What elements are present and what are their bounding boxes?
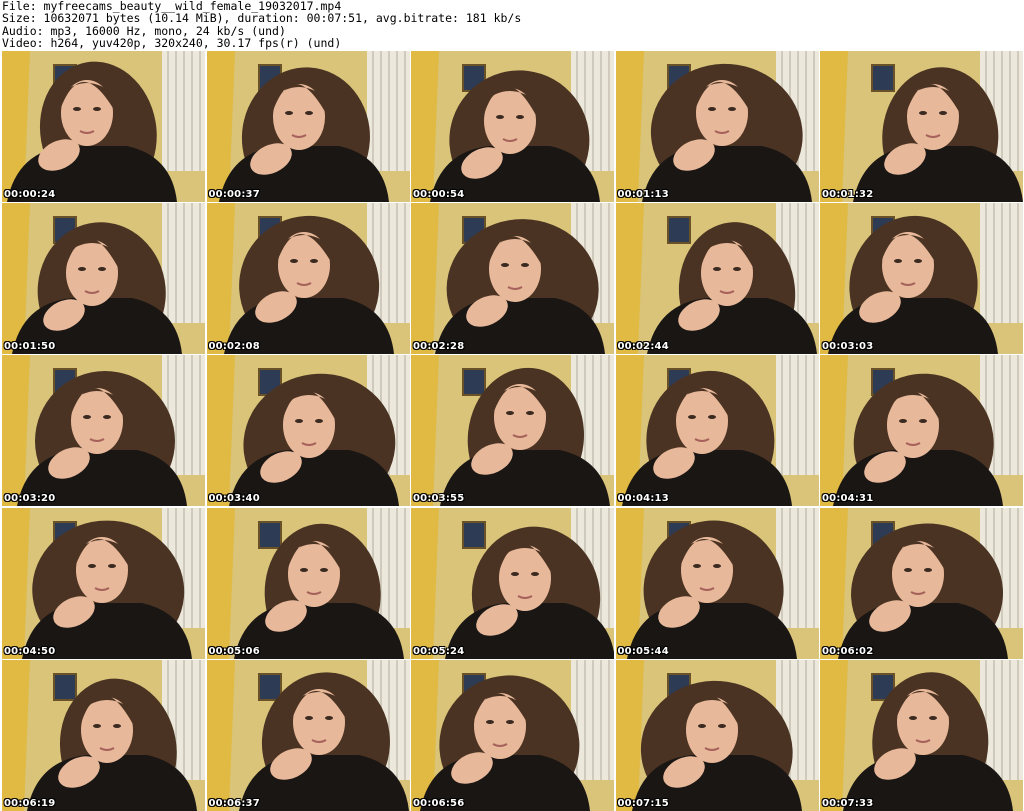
- video-thumbnail: 00:00:24: [2, 51, 205, 202]
- thumbnail-timestamp: 00:00:54: [413, 189, 465, 200]
- video-thumbnail: 00:06:37: [206, 659, 410, 811]
- video-frame-image: [2, 51, 205, 202]
- video-thumbnail: 00:01:13: [615, 51, 819, 202]
- video-thumbnail: 00:05:44: [615, 507, 819, 659]
- video-thumbnail: 00:06:19: [2, 659, 205, 811]
- video-frame-image: [820, 51, 1023, 202]
- thumbnail-timestamp: 00:05:06: [208, 645, 260, 657]
- thumbnail-timestamp: 00:02:44: [617, 341, 669, 353]
- video-thumbnail: 00:06:02: [820, 507, 1023, 659]
- video-frame-image: [411, 355, 614, 507]
- video-thumbnail: 00:03:20: [2, 355, 205, 507]
- thumbnail-grid: 00:00:24 00:00:37 00:00:54 00:01:13 00:01:32…: [2, 51, 1023, 811]
- video-frame-image: [411, 659, 614, 811]
- video-frame-image: [411, 203, 614, 355]
- video-frame-image: [2, 355, 205, 507]
- video-frame-image: [206, 51, 410, 202]
- thumbnail-timestamp: 00:03:03: [822, 341, 874, 353]
- thumbnail-timestamp: 00:05:44: [617, 645, 669, 657]
- thumbnail-timestamp: 00:03:55: [413, 493, 465, 505]
- video-thumbnail: 00:03:03: [820, 203, 1023, 355]
- video-thumbnail: 00:07:33: [820, 659, 1023, 811]
- video-thumbnail: 00:02:28: [411, 203, 614, 355]
- thumbnail-timestamp: 00:03:40: [208, 493, 260, 505]
- video-thumbnail: 00:03:40: [206, 355, 410, 507]
- video-frame-image: [411, 507, 614, 659]
- thumbnail-timestamp: 00:07:33: [822, 797, 874, 809]
- video-frame-image: [615, 507, 819, 659]
- video-frame-image: [206, 659, 410, 811]
- thumbnail-timestamp: 00:01:50: [4, 341, 56, 353]
- video-frame-image: [206, 507, 410, 659]
- video-thumbnail: 00:05:06: [206, 507, 410, 659]
- video-frame-image: [820, 507, 1023, 659]
- video-frame-image: [206, 355, 410, 507]
- thumbnail-timestamp: 00:04:13: [617, 493, 669, 505]
- video-frame-image: [206, 203, 410, 355]
- video-thumbnail: 00:02:08: [206, 203, 410, 355]
- thumbnail-timestamp: 00:04:31: [822, 493, 874, 505]
- video-thumbnail: 00:04:31: [820, 355, 1023, 507]
- thumbnail-timestamp: 00:01:13: [617, 189, 669, 200]
- thumbnail-timestamp: 00:06:56: [413, 797, 465, 809]
- video-frame-image: [615, 203, 819, 355]
- video-thumbnail: 00:04:50: [2, 507, 205, 659]
- video-thumbnail: 00:06:56: [411, 659, 614, 811]
- thumbnail-timestamp: 00:05:24: [413, 645, 465, 657]
- thumbnail-timestamp: 00:01:32: [822, 189, 874, 200]
- thumbnail-timestamp: 00:06:02: [822, 645, 874, 657]
- thumbnail-timestamp: 00:00:37: [208, 189, 260, 200]
- video-frame-image: [2, 203, 205, 355]
- video-frame-image: [2, 659, 205, 811]
- video-thumbnail: 00:03:55: [411, 355, 614, 507]
- video-thumbnail: 00:07:15: [615, 659, 819, 811]
- video-thumbnail: 00:02:44: [615, 203, 819, 355]
- video-thumbnail: 00:01:50: [2, 203, 205, 355]
- file-info-header: File: myfreecams_beauty__wild_female_190…: [2, 0, 1022, 50]
- thumbnail-timestamp: 00:03:20: [4, 493, 56, 505]
- thumbnail-timestamp: 00:02:08: [208, 341, 260, 353]
- video-frame-image: [2, 507, 205, 659]
- video-thumbnail: 00:05:24: [411, 507, 614, 659]
- thumbnail-timestamp: 00:04:50: [4, 645, 56, 657]
- video-thumbnail: 00:01:32: [820, 51, 1023, 202]
- video-frame-image: [820, 203, 1023, 355]
- file-size-line: Size: 10632071 bytes (10.14 MiB), durati…: [2, 11, 522, 26]
- video-thumbnail: 00:00:54: [411, 51, 614, 202]
- video-frame-image: [615, 659, 819, 811]
- video-thumbnail: 00:00:37: [206, 51, 410, 202]
- thumbnail-timestamp: 00:02:28: [413, 341, 465, 353]
- video-frame-image: [615, 355, 819, 507]
- video-frame-image: [820, 355, 1023, 507]
- thumbnail-timestamp: 00:00:24: [4, 189, 56, 200]
- video-frame-image: [615, 51, 819, 202]
- video-frame-image: [411, 51, 614, 202]
- video-frame-image: [820, 659, 1023, 811]
- thumbnail-timestamp: 00:06:37: [208, 797, 260, 809]
- thumbnail-timestamp: 00:07:15: [617, 797, 669, 809]
- thumbnail-timestamp: 00:06:19: [4, 797, 56, 809]
- video-thumbnail: 00:04:13: [615, 355, 819, 507]
- video-info-line: Video: h264, yuv420p, 320x240, 30.17 fps…: [2, 35, 342, 50]
